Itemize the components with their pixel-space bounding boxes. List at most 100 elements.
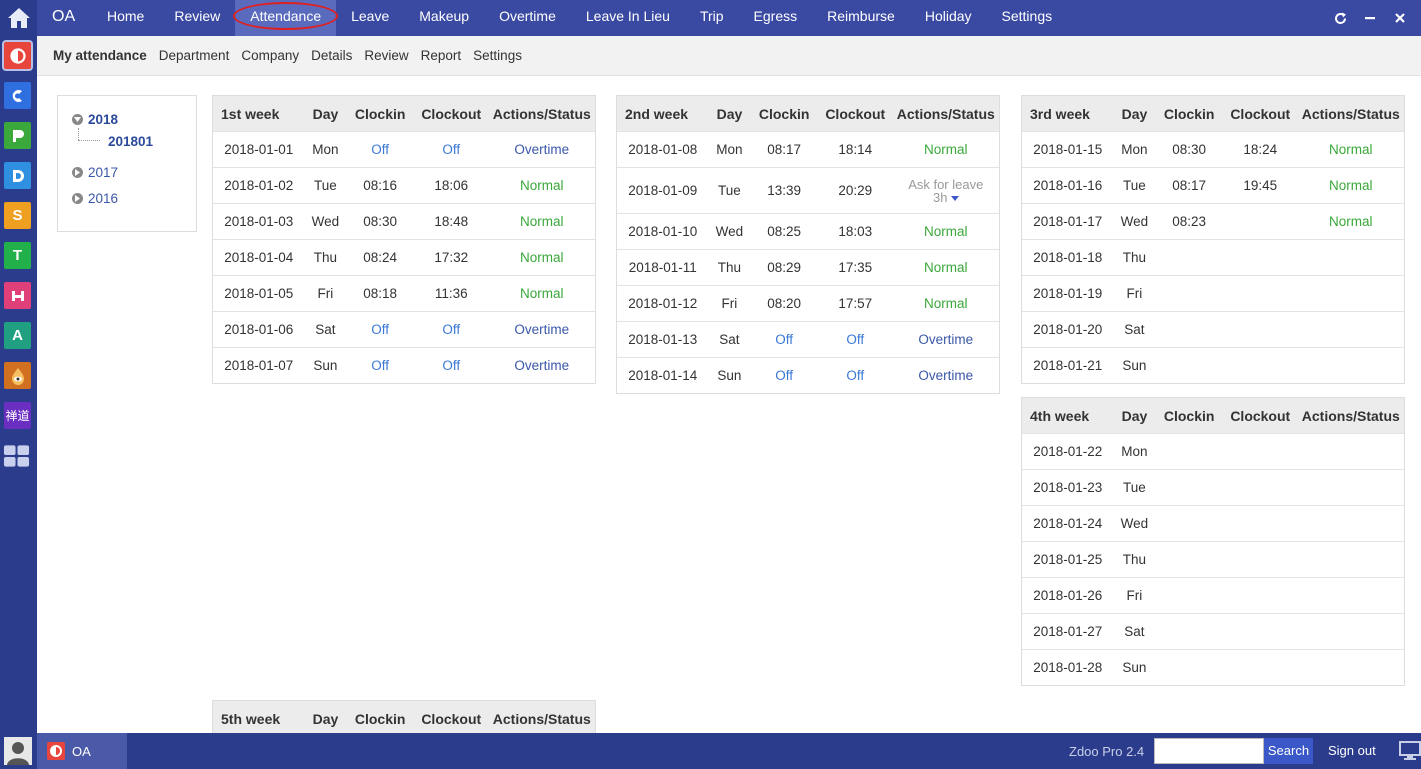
column-header: Clockout <box>421 105 482 122</box>
cash-app-icon[interactable]: S <box>4 202 31 229</box>
table-row: 2018-01-26 Fri <box>1022 577 1404 613</box>
date-cell: 2018-01-28 <box>1033 660 1103 675</box>
date-cell: 2018-01-11 <box>628 260 697 275</box>
search-button[interactable]: Search <box>1264 738 1313 764</box>
nav-overtime[interactable]: Overtime <box>484 0 571 36</box>
status-cell[interactable]: Normal <box>1298 214 1404 229</box>
subnav-settings[interactable]: Settings <box>467 48 528 63</box>
date-cell: 2018-01-05 <box>224 286 294 301</box>
chandao-app-icon[interactable]: 禅道 <box>4 402 31 429</box>
nav-home[interactable]: Home <box>92 0 159 36</box>
status-cell[interactable]: Overtime <box>489 358 595 373</box>
day-cell: Mon <box>1121 444 1148 459</box>
team-app-icon[interactable]: T <box>4 242 31 269</box>
user-avatar[interactable] <box>4 737 32 765</box>
table-row: 2018-01-22 Mon <box>1022 433 1404 469</box>
subnav-department[interactable]: Department <box>153 48 236 63</box>
date-cell: 2018-01-06 <box>224 322 294 337</box>
clockin-cell: 08:17 <box>767 142 802 157</box>
column-header: 2nd week <box>625 105 689 122</box>
subnav-company[interactable]: Company <box>235 48 305 63</box>
all-apps-grid-icon[interactable] <box>3 442 30 469</box>
nav-reimburse[interactable]: Reimburse <box>812 0 910 36</box>
caret-down-icon[interactable] <box>950 195 959 201</box>
subnav-review[interactable]: Review <box>358 48 414 63</box>
tree-year-2016[interactable]: 2016 <box>72 191 118 206</box>
day-cell: Sun <box>1122 660 1147 675</box>
refresh-icon[interactable] <box>1333 11 1347 25</box>
status-cell[interactable]: Normal <box>1298 178 1404 193</box>
project-app-icon[interactable] <box>4 122 31 149</box>
status-cell[interactable]: Normal <box>893 260 999 275</box>
table-row: 2018-01-06 Sat Off Off Overtime <box>213 311 595 347</box>
nav-settings[interactable]: Settings <box>987 0 1068 36</box>
status-cell[interactable]: Overtime <box>893 332 999 347</box>
status-cell[interactable]: Normal <box>489 250 595 265</box>
crm-app-icon[interactable] <box>4 82 31 109</box>
status-cell[interactable]: Normal <box>1298 142 1404 157</box>
clockin-cell: 08:29 <box>767 260 802 275</box>
subnav-my-attendance[interactable]: My attendance <box>47 48 153 63</box>
status-cell[interactable]: Normal <box>489 286 595 301</box>
clockout-cell: 18:03 <box>838 224 873 239</box>
home-icon[interactable] <box>0 0 37 36</box>
status-cell[interactable]: Overtime <box>489 322 595 337</box>
app-a-icon[interactable]: A <box>4 322 31 349</box>
doc-app-icon[interactable] <box>4 162 31 189</box>
hotel-app-icon[interactable] <box>4 282 31 309</box>
clockin-cell: 08:30 <box>1172 142 1207 157</box>
search-input[interactable] <box>1154 738 1264 764</box>
taskbar-app-oa[interactable]: OA <box>37 733 127 769</box>
nav-review[interactable]: Review <box>159 0 235 36</box>
day-cell: Thu <box>717 260 742 275</box>
tree-year-2017[interactable]: 2017 <box>72 165 118 180</box>
nav-holiday[interactable]: Holiday <box>910 0 987 36</box>
clockout-cell: 11:36 <box>434 286 468 301</box>
status-cell[interactable]: Overtime <box>489 142 595 157</box>
subnav-details[interactable]: Details <box>305 48 358 63</box>
subnav-report[interactable]: Report <box>415 48 468 63</box>
eye-app-icon[interactable] <box>4 362 31 389</box>
status-cell[interactable]: Overtime <box>893 368 999 383</box>
day-cell: Fri <box>721 296 738 311</box>
clockin-cell: 08:24 <box>363 250 398 265</box>
oa-app-icon[interactable] <box>4 42 31 69</box>
day-cell: Sat <box>1124 322 1145 337</box>
nav-egress[interactable]: Egress <box>739 0 813 36</box>
main-nav: Home Review Attendance Leave Makeup Overtime L… <box>92 0 1067 36</box>
status-cell[interactable]: Ask for leave 3h <box>893 178 999 204</box>
oa-app-icon <box>47 742 65 760</box>
brand-label[interactable]: OA <box>52 0 75 36</box>
sign-out-link[interactable]: Sign out <box>1328 733 1376 769</box>
status-cell[interactable]: Normal <box>893 224 999 239</box>
monitor-icon[interactable] <box>1399 741 1421 761</box>
status-cell[interactable]: Normal <box>893 296 999 311</box>
nav-attendance[interactable]: Attendance <box>233 0 339 36</box>
column-header: Day <box>1121 407 1148 424</box>
tree-month-201801[interactable]: 201801 <box>108 134 153 149</box>
status-cell[interactable]: Normal <box>893 142 999 157</box>
table-row: 2018-01-17 Wed 08:23 Normal <box>1022 203 1404 239</box>
nav-leave-in-lieu[interactable]: Leave In Lieu <box>571 0 685 36</box>
table-row: 2018-01-02 Tue 08:16 18:06 Normal <box>213 167 595 203</box>
clockout-cell: Off <box>846 368 865 383</box>
minimize-icon[interactable] <box>1363 11 1377 25</box>
day-cell: Mon <box>716 142 743 157</box>
close-icon[interactable] <box>1393 11 1407 25</box>
nav-trip[interactable]: Trip <box>685 0 739 36</box>
table-row: 2018-01-03 Wed 08:30 18:48 Normal <box>213 203 595 239</box>
status-cell[interactable]: Normal <box>489 178 595 193</box>
nav-makeup[interactable]: Makeup <box>404 0 484 36</box>
table-row: 2018-01-10 Wed 08:25 18:03 Normal <box>617 213 999 249</box>
clockout-cell: 17:32 <box>434 250 469 265</box>
clockin-cell: Off <box>775 368 793 383</box>
nav-leave[interactable]: Leave <box>336 0 404 36</box>
column-header: Clockin <box>1163 407 1215 424</box>
tree-year-2018[interactable]: 2018 <box>72 112 118 127</box>
version-label: Zdoo Pro 2.4 <box>1069 744 1145 759</box>
column-header: Clockout <box>421 710 482 727</box>
table-row: 2018-01-23 Tue <box>1022 469 1404 505</box>
status-cell[interactable]: Normal <box>489 214 595 229</box>
day-cell: Fri <box>1126 286 1143 301</box>
clockin-cell: 08:16 <box>363 178 398 193</box>
